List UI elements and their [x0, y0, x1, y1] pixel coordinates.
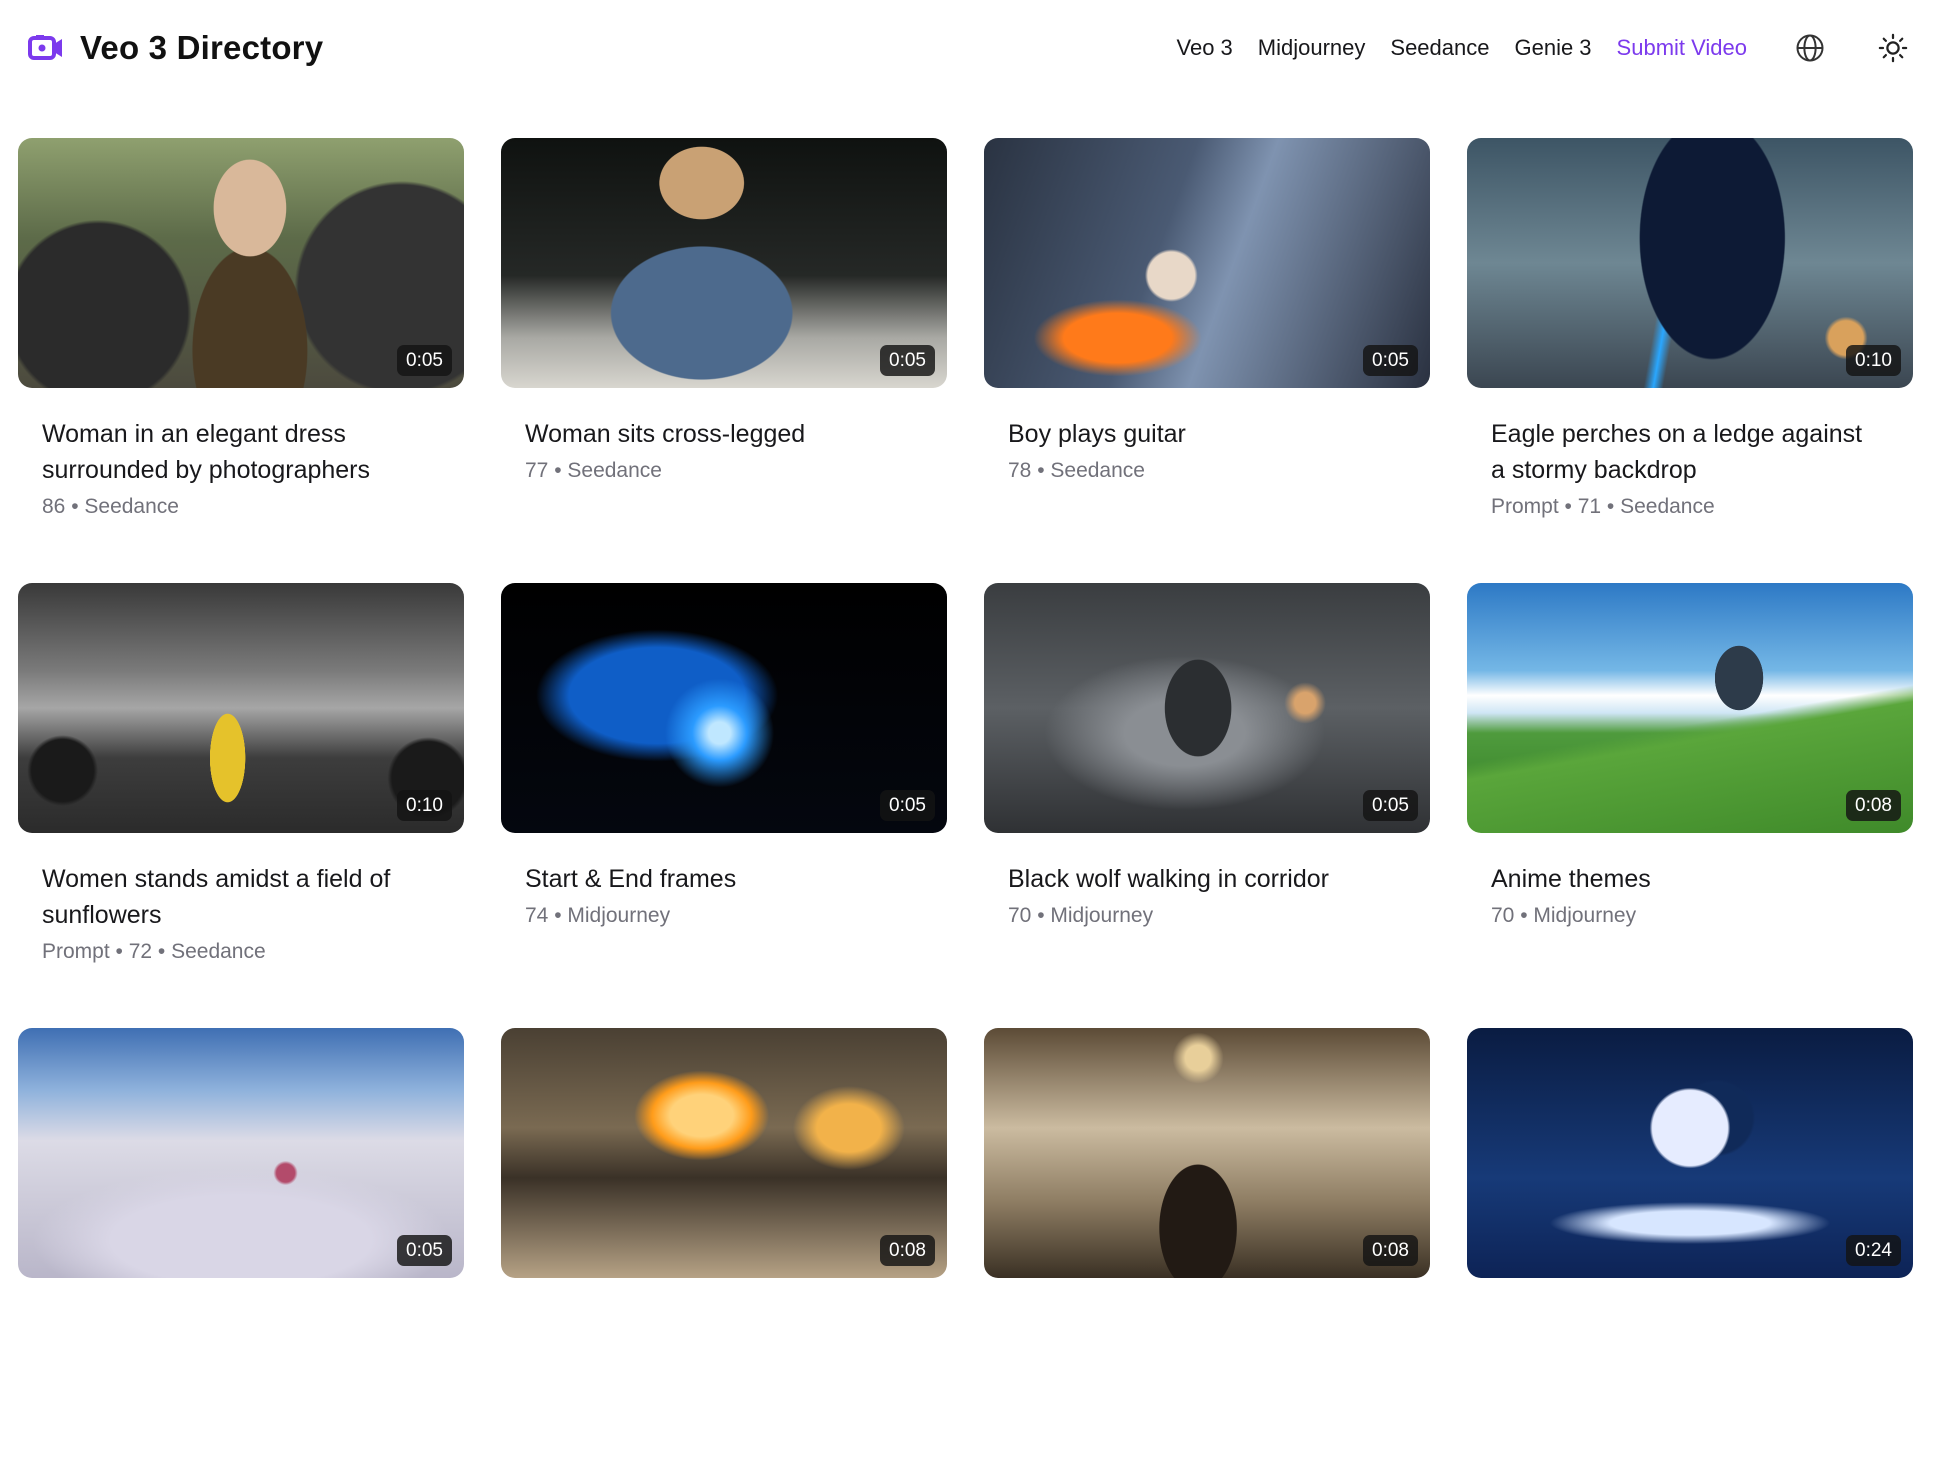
video-meta: 77 • Seedance [525, 459, 662, 482]
video-meta: 74 • Midjourney [525, 904, 671, 927]
duration-badge: 0:08 [1363, 1235, 1418, 1266]
nav-link-genie-3[interactable]: Genie 3 [1514, 35, 1591, 61]
video-title[interactable]: Eagle perches on a ledge against a storm… [1491, 416, 1871, 488]
video-grid: 0:05 Woman in an elegant dress surrounde… [18, 138, 1918, 1473]
video-thumbnail[interactable]: 0:05 [501, 138, 947, 388]
video-meta: Prompt • 72 • Seedance [42, 940, 266, 963]
video-card[interactable]: 0:05 Woman sits cross-legged 77 • Seedan… [501, 138, 947, 583]
globe-icon [1796, 34, 1824, 62]
nav-link-seedance[interactable]: Seedance [1390, 35, 1489, 61]
video-thumbnail[interactable]: 0:05 [984, 138, 1430, 388]
video-thumbnail[interactable]: 0:05 [18, 1028, 464, 1278]
video-thumbnail[interactable]: 0:08 [1467, 583, 1913, 833]
nav-link-midjourney[interactable]: Midjourney [1258, 35, 1366, 61]
video-title[interactable]: Boy plays guitar [1008, 416, 1388, 452]
video-meta: 70 • Midjourney [1491, 904, 1637, 927]
video-card[interactable]: 0:05 Woman in an elegant dress surrounde… [18, 138, 464, 583]
site-header: Veo 3 Directory Veo 3 Midjourney Seedanc… [0, 0, 1935, 96]
video-thumbnail[interactable]: 0:05 [984, 583, 1430, 833]
video-thumbnail[interactable]: 0:10 [1467, 138, 1913, 388]
video-thumbnail[interactable]: 0:05 [501, 583, 947, 833]
brand[interactable]: Veo 3 Directory [28, 29, 323, 67]
video-meta: 86 • Seedance [42, 495, 179, 518]
main-nav: Veo 3 Midjourney Seedance Genie 3 Submit… [1177, 28, 1914, 68]
video-card[interactable]: 0:08 [501, 1028, 947, 1473]
duration-badge: 0:05 [1363, 345, 1418, 376]
video-meta: 78 • Seedance [1008, 459, 1145, 482]
theme-toggle-button[interactable] [1873, 28, 1913, 68]
video-card[interactable]: 0:05 Boy plays guitar 78 • Seedance [984, 138, 1430, 583]
video-camera-icon [28, 33, 64, 63]
video-thumbnail[interactable]: 0:05 [18, 138, 464, 388]
video-thumbnail[interactable]: 0:10 [18, 583, 464, 833]
duration-badge: 0:24 [1846, 1235, 1901, 1266]
video-thumbnail[interactable]: 0:08 [984, 1028, 1430, 1278]
nav-link-submit-video[interactable]: Submit Video [1617, 35, 1747, 61]
video-meta: Prompt • 71 • Seedance [1491, 495, 1715, 518]
video-card[interactable]: 0:08 [984, 1028, 1430, 1473]
video-title[interactable]: Women stands amidst a field of sunflower… [42, 861, 422, 933]
duration-badge: 0:05 [880, 790, 935, 821]
duration-badge: 0:08 [880, 1235, 935, 1266]
site-title: Veo 3 Directory [80, 29, 324, 66]
duration-badge: 0:10 [1846, 345, 1901, 376]
duration-badge: 0:05 [880, 345, 935, 376]
nav-link-veo-3[interactable]: Veo 3 [1177, 35, 1233, 61]
duration-badge: 0:05 [1363, 790, 1418, 821]
video-card[interactable]: 0:05 Black wolf walking in corridor 70 •… [984, 583, 1430, 1028]
video-title[interactable]: Woman sits cross-legged [525, 416, 905, 452]
video-title[interactable]: Black wolf walking in corridor [1008, 861, 1388, 897]
duration-badge: 0:08 [1846, 790, 1901, 821]
video-thumbnail[interactable]: 0:24 [1467, 1028, 1913, 1278]
video-card[interactable]: 0:08 Anime themes 70 • Midjourney [1467, 583, 1913, 1028]
video-thumbnail[interactable]: 0:08 [501, 1028, 947, 1278]
video-meta: 70 • Midjourney [1008, 904, 1154, 927]
video-card[interactable]: 0:05 Start & End frames 74 • Midjourney [501, 583, 947, 1028]
duration-badge: 0:10 [397, 790, 452, 821]
video-title[interactable]: Anime themes [1491, 861, 1871, 897]
duration-badge: 0:05 [397, 1235, 452, 1266]
video-title[interactable]: Woman in an elegant dress surrounded by … [42, 416, 422, 488]
video-title[interactable]: Start & End frames [525, 861, 905, 897]
sun-icon [1878, 33, 1908, 63]
video-card[interactable]: 0:24 [1467, 1028, 1913, 1473]
language-button[interactable] [1790, 28, 1830, 68]
duration-badge: 0:05 [397, 345, 452, 376]
video-card[interactable]: 0:05 [18, 1028, 464, 1473]
video-card[interactable]: 0:10 Eagle perches on a ledge against a … [1467, 138, 1913, 583]
video-card[interactable]: 0:10 Women stands amidst a field of sunf… [18, 583, 464, 1028]
